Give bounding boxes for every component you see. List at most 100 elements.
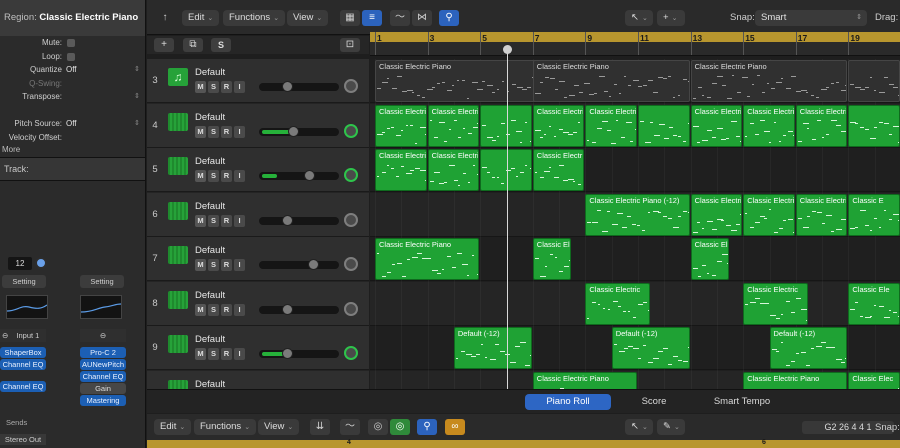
region-header[interactable]: Region: Classic Electric Piano [0,0,145,36]
input-monitor-button[interactable]: I [234,259,245,271]
midi-region[interactable]: Classic Electric [743,193,795,236]
track-header[interactable]: 6 Default M S R I [147,192,369,237]
midi-region[interactable]: Default (-12) [453,327,532,369]
plugin-slot[interactable]: ShaperBox [0,347,46,358]
volume-fader[interactable] [259,214,339,226]
midi-region[interactable]: Classic Electric [795,104,848,147]
midi-region[interactable]: Default (-12) [611,327,690,369]
track-header[interactable]: 5 Default M S R I [147,148,369,192]
track-header[interactable]: 9 Default M S R I [147,326,369,370]
volume-fader[interactable] [259,81,339,92]
pan-knob[interactable] [344,301,358,316]
mute-button[interactable]: M [195,214,206,227]
pan-value[interactable]: 12 [8,257,32,270]
catch-playhead-icon[interactable]: ⚲ [417,419,437,435]
midi-region[interactable]: Classic Electric Piano [375,238,480,280]
track-name[interactable]: Default [195,334,225,345]
updown-icon[interactable]: ⇕ [134,90,140,103]
midi-region[interactable]: Classic Electric Piano [532,60,690,102]
midi-region[interactable]: Classic Electric [743,104,795,147]
midi-region[interactable] [480,149,532,191]
pointer-tool-menu[interactable]: ↖ ⌄ [625,10,653,26]
inspector-param-row[interactable]: Q-Swing: [0,77,145,91]
fader-knob[interactable] [288,125,299,137]
eq-thumbnail[interactable] [80,295,122,319]
track-name[interactable]: Default [195,67,225,78]
midi-region[interactable]: Classic Electric [585,282,651,325]
fader-knob[interactable] [282,81,293,92]
midi-region[interactable]: Classic Electric Piano [427,104,480,147]
input-monitor-button[interactable]: I [234,81,245,93]
plugin-slot[interactable]: Channel EQ [0,381,46,392]
tracks-area[interactable]: Classic Electric Piano Classic Electric P… [370,59,900,389]
up-arrow-icon[interactable]: ↑ [155,10,175,26]
volume-fader[interactable] [259,125,339,137]
editor-pencil-tool[interactable]: ✎ ⌄ [657,419,685,435]
midi-region[interactable]: Classic El [532,238,572,280]
mute-button[interactable]: M [195,125,206,138]
mute-button[interactable]: M [195,259,206,271]
param-value[interactable]: Off [66,63,77,76]
playhead[interactable] [507,46,508,389]
editor-ruler[interactable]: 4 6 [147,439,900,448]
solo-button[interactable]: S [208,303,219,316]
input-monitor-button[interactable]: I [234,214,245,227]
flex-icon[interactable]: ⋈ [412,10,432,26]
fader-knob[interactable] [282,303,293,315]
solo-button[interactable]: S [208,348,219,360]
duplicate-track-icon[interactable]: ⧉ [183,38,203,52]
input-monitor-button[interactable]: I [234,125,245,138]
track-header[interactable]: DefaultMSRI [147,370,369,389]
midi-region[interactable]: Classic Electric Piano [532,371,637,389]
collapse-icon[interactable]: ⊡ [340,38,360,52]
pan-knob[interactable] [344,212,358,227]
mute-button[interactable]: M [195,348,206,360]
inspector-param-row[interactable]: Transpose: ⇕ [0,90,145,104]
volume-fader[interactable] [259,170,339,181]
inspector-param-row[interactable] [0,104,145,118]
midi-region[interactable]: Classic Electric [743,282,808,325]
input-monitor-button[interactable]: I [234,303,245,316]
pan-knob[interactable] [344,79,358,93]
midi-region[interactable]: Classic Electric [375,149,427,191]
output-slot[interactable]: Stereo Out [0,434,46,445]
mute-button[interactable]: M [195,81,206,93]
checkbox[interactable] [67,52,75,61]
bar-ruler[interactable]: 1 3 5 7 9 11 13 15 17 19 [370,32,900,56]
setting-button[interactable]: Setting [2,275,46,288]
record-button[interactable]: R [221,259,232,271]
tab-score[interactable]: Score [611,394,697,410]
midi-region[interactable]: Classic El [690,238,730,280]
fader-knob[interactable] [282,214,293,226]
link-slot[interactable]: ⊖ [80,329,126,342]
plugin-slot[interactable]: Mastering [80,395,126,406]
track-inspector-header[interactable]: Track: [0,157,145,181]
midi-region[interactable] [848,60,900,102]
secondary-tool-menu[interactable]: + ⌄ [657,10,685,26]
editor-edit-menu[interactable]: Edit ⌄ [154,419,192,435]
editor-view-menu[interactable]: View ⌄ [258,419,300,435]
track-header[interactable]: 8 Default M S R I [147,281,369,326]
record-button[interactable]: R [221,170,232,182]
cycle-area[interactable] [370,32,900,42]
volume-fader[interactable] [259,259,339,270]
fader-knob[interactable] [308,259,319,270]
inspector-param-row[interactable]: Pitch Source: Off ⇕ [0,117,145,131]
updown-icon[interactable]: ⇕ [134,117,140,130]
midi-in-icon[interactable]: ◎ [368,419,388,435]
list-view-icon[interactable]: ≡ [362,10,382,26]
record-button[interactable]: R [221,348,232,360]
grid-view-icon[interactable]: ▦ [340,10,360,26]
collapse-icon[interactable]: ⇊ [310,419,330,435]
midi-region[interactable]: Classic Electric Piano [585,104,637,147]
pan-knob[interactable] [344,168,358,182]
midi-region[interactable]: Classic Electric [532,104,585,147]
midi-region[interactable]: Classic Electric [690,104,743,147]
param-value[interactable]: Off [66,117,77,130]
snap-select[interactable]: Smart ⇕ [755,10,867,26]
track-header[interactable]: 3 ♫ Default M S R I [147,59,369,103]
solo-button[interactable]: S [208,170,219,182]
plugin-slot[interactable]: Gain [80,383,126,394]
record-button[interactable]: R [221,81,232,93]
input-slot[interactable]: ⊖ Input 1 [0,329,46,342]
